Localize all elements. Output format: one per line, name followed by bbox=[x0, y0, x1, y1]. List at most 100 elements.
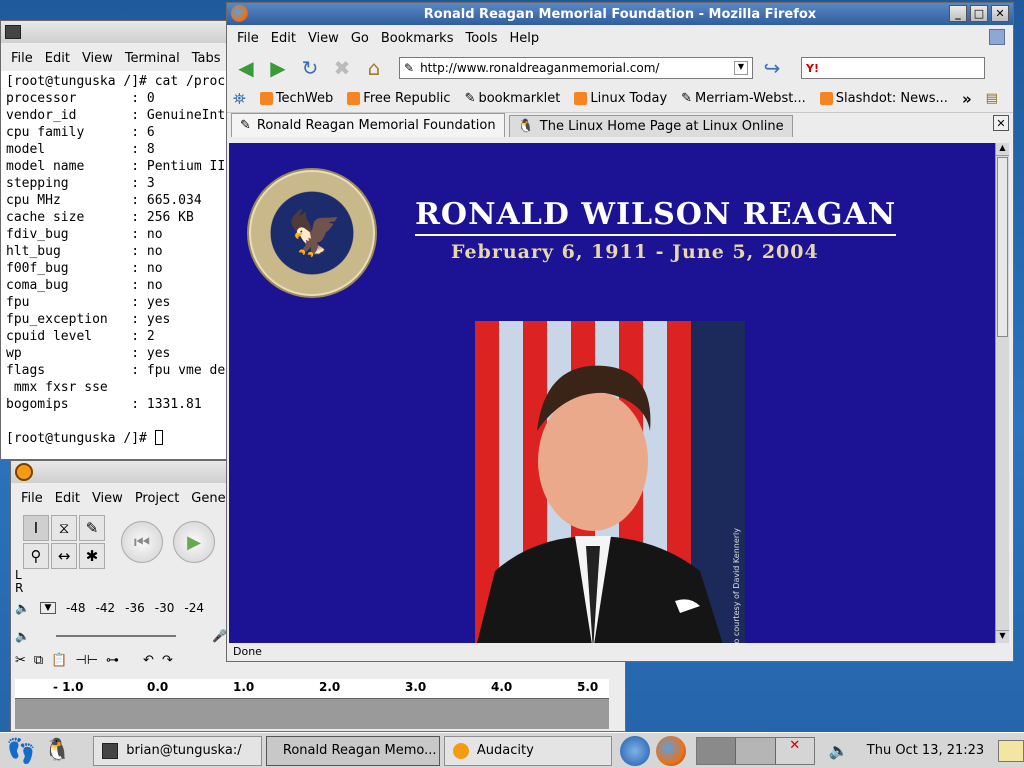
audacity-menu-file[interactable]: File bbox=[15, 491, 49, 506]
print-icon[interactable]: ▤ bbox=[986, 91, 998, 106]
silence-icon[interactable]: ⊶ bbox=[106, 653, 119, 668]
firefox-launcher-icon[interactable] bbox=[656, 735, 686, 766]
copy-icon[interactable]: ⧉ bbox=[34, 653, 43, 668]
forward-button[interactable]: ▶ bbox=[265, 55, 291, 81]
tux-launcher-icon[interactable]: 🐧 bbox=[44, 738, 71, 763]
terminal-menu-file[interactable]: File bbox=[5, 51, 39, 66]
firefox-window[interactable]: Ronald Reagan Memorial Foundation - Mozi… bbox=[226, 2, 1014, 662]
reload-button[interactable]: ↻ bbox=[297, 55, 323, 81]
maximize-button[interactable]: □ bbox=[970, 5, 988, 22]
minimize-button[interactable]: _ bbox=[949, 5, 967, 22]
tab-linux-home[interactable]: 🐧 The Linux Home Page at Linux Online bbox=[508, 115, 793, 137]
home-icon: ⌂ bbox=[367, 56, 381, 80]
url-text[interactable]: http://www.ronaldreaganmemorial.com/ bbox=[414, 61, 734, 75]
bookmarks-overflow-button[interactable]: » bbox=[962, 90, 972, 108]
back-button[interactable]: ◀ bbox=[233, 55, 259, 81]
close-button[interactable]: ✕ bbox=[991, 5, 1009, 22]
trim-icon[interactable]: ⊣⊢ bbox=[75, 653, 98, 668]
task-label: Ronald Reagan Memo... bbox=[282, 743, 437, 758]
skip-start-button[interactable]: ⏮ bbox=[121, 521, 163, 563]
timeshift-tool-icon[interactable]: ↔ bbox=[51, 543, 77, 569]
bookmark-free-republic[interactable]: Free Republic bbox=[347, 91, 451, 106]
audacity-menu-generate[interactable]: Gene bbox=[185, 491, 231, 506]
meter-dropdown-icon[interactable]: ▼ bbox=[39, 602, 56, 614]
tab-label: Ronald Reagan Memorial Foundation bbox=[256, 118, 496, 133]
selection-tool-icon[interactable]: I bbox=[23, 515, 49, 541]
workspace-switcher[interactable]: ✕ bbox=[695, 736, 815, 765]
bookmark-merriam-webster[interactable]: ✎ Merriam-Webst... bbox=[681, 91, 806, 106]
volume-icon[interactable]: 🔈 bbox=[829, 741, 849, 760]
draw-tool-icon[interactable]: ✎ bbox=[79, 515, 105, 541]
workspace-2[interactable] bbox=[736, 737, 776, 764]
menu-file[interactable]: File bbox=[231, 31, 265, 46]
menu-bookmarks[interactable]: Bookmarks bbox=[375, 31, 460, 46]
firefox-titlebar[interactable]: Ronald Reagan Memorial Foundation - Mozi… bbox=[227, 3, 1013, 25]
audacity-menu-edit[interactable]: Edit bbox=[49, 491, 86, 506]
bookmarks-manager-icon[interactable]: ⛯ bbox=[233, 89, 246, 109]
stop-button[interactable]: ✖ bbox=[329, 55, 355, 81]
go-button[interactable]: ↪ bbox=[759, 55, 785, 81]
menu-help[interactable]: Help bbox=[504, 31, 546, 46]
yahoo-search-icon[interactable]: Y! bbox=[806, 62, 819, 75]
audacity-menu-view[interactable]: View bbox=[86, 491, 129, 506]
cut-icon[interactable]: ✂ bbox=[15, 653, 26, 668]
multi-tool-icon[interactable]: ✱ bbox=[79, 543, 105, 569]
menu-edit[interactable]: Edit bbox=[265, 31, 302, 46]
paste-icon[interactable]: 📋 bbox=[51, 653, 67, 668]
clock[interactable]: Thu Oct 13, 21:23 bbox=[867, 743, 984, 758]
terminal-line: [root@tunguska /]# bbox=[6, 431, 155, 446]
terminal-line: stepping : 3 bbox=[6, 176, 155, 191]
close-tab-button[interactable]: ✕ bbox=[993, 115, 1009, 131]
zoom-tool-icon[interactable]: ⚲ bbox=[23, 543, 49, 569]
audacity-window-icon bbox=[15, 463, 33, 481]
terminal-window-icon bbox=[5, 25, 21, 39]
eagle-emblem: 🦅 bbox=[287, 208, 342, 259]
thunderbird-launcher-icon[interactable] bbox=[620, 735, 651, 766]
gnome-foot-icon[interactable]: 👣 bbox=[6, 737, 36, 765]
scroll-down-icon[interactable]: ▼ bbox=[996, 630, 1009, 643]
terminal-menu-tabs[interactable]: Tabs bbox=[186, 51, 227, 66]
menu-go[interactable]: Go bbox=[345, 31, 375, 46]
undo-icon[interactable]: ↶ bbox=[143, 653, 154, 668]
bookmark-slashdot[interactable]: Slashdot: News... bbox=[819, 91, 948, 106]
track-area[interactable] bbox=[15, 699, 609, 729]
bookmark-techweb[interactable]: TechWeb bbox=[259, 91, 333, 106]
audacity-menu-project[interactable]: Project bbox=[129, 491, 185, 506]
envelope-tool-icon[interactable]: ⧖ bbox=[51, 515, 77, 541]
play-icon: ▶ bbox=[187, 531, 201, 553]
workspace-1[interactable] bbox=[696, 737, 737, 764]
notes-applet-icon[interactable] bbox=[998, 739, 1024, 762]
menu-tools[interactable]: Tools bbox=[459, 31, 503, 46]
search-box[interactable]: Y! bbox=[801, 57, 985, 79]
terminal-titlebar[interactable] bbox=[1, 21, 239, 43]
terminal-line: fpu_exception : yes bbox=[6, 312, 171, 327]
home-button[interactable]: ⌂ bbox=[361, 55, 387, 81]
bookmark-linux-today[interactable]: Linux Today bbox=[574, 91, 667, 106]
task-terminal[interactable]: brian@tunguska:/ bbox=[93, 735, 262, 766]
task-firefox[interactable]: Ronald Reagan Memo... bbox=[265, 735, 440, 766]
volume-slider[interactable] bbox=[55, 635, 176, 637]
tab-reagan-memorial[interactable]: ✎ Ronald Reagan Memorial Foundation bbox=[231, 113, 505, 137]
audacity-icon bbox=[452, 742, 469, 759]
terminal-output[interactable]: [root@tunguska /]# cat /proc processor :… bbox=[1, 71, 239, 459]
scroll-thumb[interactable] bbox=[997, 157, 1008, 337]
bookmark-label: Linux Today bbox=[590, 91, 668, 106]
photo-credit: to courtesy of David Kennerly bbox=[732, 528, 741, 643]
page-content[interactable]: 🦅 RONALD WILSON REAGAN February 6, 1911 … bbox=[229, 143, 995, 643]
url-dropdown-icon[interactable]: ▼ bbox=[734, 61, 748, 75]
url-bar[interactable]: ✎ http://www.ronaldreaganmemorial.com/ ▼ bbox=[399, 57, 753, 79]
menu-view[interactable]: View bbox=[302, 31, 345, 46]
terminal-menu-terminal[interactable]: Terminal bbox=[119, 51, 186, 66]
terminal-window[interactable]: File Edit View Terminal Tabs [root@tungu… bbox=[0, 20, 240, 460]
workspace-3[interactable]: ✕ bbox=[775, 737, 814, 764]
play-button[interactable]: ▶ bbox=[173, 521, 215, 563]
timeline-ruler[interactable]: - 1.0 0.0 1.0 2.0 3.0 4.0 5.0 bbox=[15, 679, 609, 699]
terminal-menu-edit[interactable]: Edit bbox=[39, 51, 76, 66]
vertical-scrollbar[interactable]: ▲ ▼ bbox=[995, 143, 1009, 643]
scroll-up-icon[interactable]: ▲ bbox=[996, 143, 1009, 156]
terminal-menu-view[interactable]: View bbox=[76, 51, 119, 66]
speaker-icon: 🔈 bbox=[15, 601, 30, 615]
task-audacity[interactable]: Audacity bbox=[443, 735, 613, 766]
bookmark-bookmarklet[interactable]: ✎ bookmarklet bbox=[465, 91, 561, 106]
redo-icon[interactable]: ↷ bbox=[162, 653, 173, 668]
